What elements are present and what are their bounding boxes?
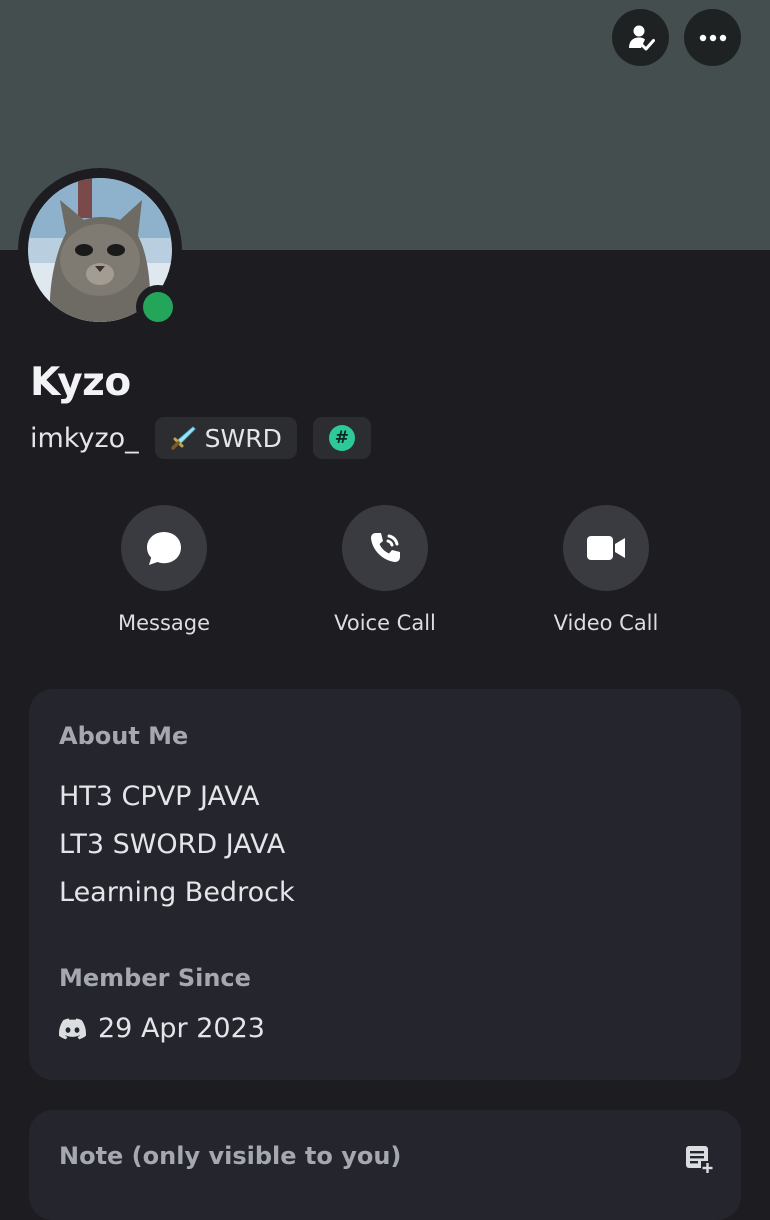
about-line: Learning Bedrock xyxy=(59,877,295,908)
voice-call-button[interactable] xyxy=(342,505,428,591)
about-card: About Me HT3 CPVP JAVA LT3 SWORD JAVA Le… xyxy=(29,689,741,1080)
voice-call-action[interactable]: Voice Call xyxy=(295,505,475,635)
guild-tag-badge[interactable]: SWRD xyxy=(154,417,297,459)
member-since-heading: Member Since xyxy=(59,964,251,992)
hashtag-badge[interactable]: # xyxy=(312,417,371,459)
username-row: imkyzo_ SWRD # xyxy=(30,416,387,460)
add-note-icon[interactable] xyxy=(684,1144,714,1174)
phone-icon xyxy=(371,533,400,562)
hashtag-icon: # xyxy=(328,425,355,451)
note-field[interactable]: Note (only visible to you) xyxy=(29,1110,741,1220)
display-name: Kyzo xyxy=(30,360,131,405)
about-heading: About Me xyxy=(59,722,189,750)
friend-status-button[interactable] xyxy=(612,9,669,66)
message-action[interactable]: Message xyxy=(74,505,254,635)
about-line: LT3 SWORD JAVA xyxy=(59,829,286,860)
message-label: Message xyxy=(117,611,211,635)
video-call-label: Video Call xyxy=(553,611,659,635)
chat-bubble-icon xyxy=(147,532,181,565)
member-since-date: 29 Apr 2023 xyxy=(98,1013,265,1044)
message-button[interactable] xyxy=(121,505,207,591)
about-line: HT3 CPVP JAVA xyxy=(59,781,260,812)
video-call-button[interactable] xyxy=(563,505,649,591)
friend-check-icon xyxy=(628,25,655,50)
note-placeholder[interactable]: Note (only visible to you) xyxy=(59,1142,401,1170)
online-status-dot xyxy=(143,292,173,322)
voice-call-label: Voice Call xyxy=(334,611,436,635)
status-indicator xyxy=(136,285,180,329)
video-call-action[interactable]: Video Call xyxy=(516,505,696,635)
more-options-icon xyxy=(699,34,726,41)
guild-tag-label: SWRD xyxy=(204,423,282,453)
username: imkyzo_ xyxy=(30,422,139,454)
video-camera-icon xyxy=(587,536,625,560)
discord-logo-icon xyxy=(59,1018,86,1039)
more-options-button[interactable] xyxy=(684,9,741,66)
sword-icon xyxy=(170,426,196,450)
member-since-row: 29 Apr 2023 xyxy=(59,1013,265,1044)
